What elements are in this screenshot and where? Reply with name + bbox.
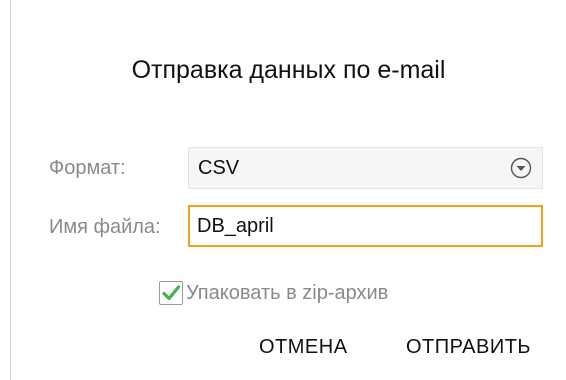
format-selected-value: CSV [198, 157, 240, 179]
email-export-dialog: Отправка данных по e-mail Формат: CSV Им… [10, 0, 566, 380]
zip-label: Упаковать в zip-архив [186, 281, 389, 304]
format-label: Формат: [49, 157, 126, 179]
chevron-down-circle-icon [510, 157, 532, 179]
filename-label: Имя файла: [49, 216, 161, 238]
checkmark-icon [162, 285, 181, 301]
send-button[interactable]: ОТПРАВИТЬ [406, 336, 531, 359]
dialog-title: Отправка данных по e-mail [131, 56, 446, 84]
format-select[interactable]: CSV [188, 147, 543, 189]
zip-checkbox[interactable] [159, 281, 183, 305]
zip-option[interactable]: Упаковать в zip-архив [159, 279, 388, 307]
cancel-button[interactable]: ОТМЕНА [259, 336, 348, 359]
filename-input[interactable] [188, 205, 543, 247]
